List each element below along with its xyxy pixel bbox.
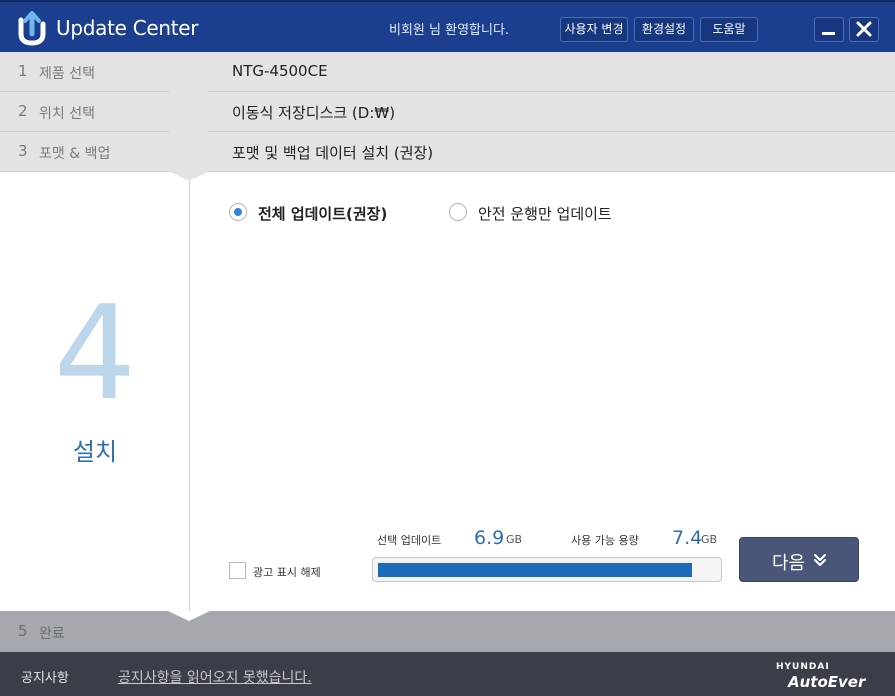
next-button[interactable]: 다음 <box>739 537 859 582</box>
step-name: 위치 선택 <box>39 106 95 122</box>
step-complete[interactable]: 5 완료 <box>0 611 895 652</box>
footer: 공지사항 공지사항을 읽어오지 못했습니다. <box>0 652 895 696</box>
title-bar: Update Center 비회원 님 환영합니다. 사용자 변경 환경설정 도… <box>0 0 895 52</box>
progress-fill <box>378 563 692 577</box>
notice-link[interactable]: 공지사항을 읽어오지 못했습니다. <box>118 667 312 687</box>
step-number: 1 <box>18 62 28 80</box>
radio-circle <box>449 203 467 221</box>
step-number: 5 <box>18 622 28 640</box>
welcome-text: 비회원 님 환영합니다. <box>389 23 510 38</box>
current-step-name: 설치 <box>72 438 118 466</box>
step-product[interactable]: 1 제품 선택 NTG-4500CE <box>0 52 895 101</box>
selected-update-value: 6.9 <box>474 527 505 549</box>
current-step-panel: 4 설치 <box>0 172 190 612</box>
step-location[interactable]: 2 위치 선택 이동식 저장디스크 (D:₩) <box>0 92 895 141</box>
step-value: 이동식 저장디스크 (D:₩) <box>232 104 396 122</box>
close-icon <box>856 21 872 37</box>
update-logo-icon <box>18 11 46 46</box>
step-value: NTG-4500CE <box>232 62 328 80</box>
change-user-button[interactable]: 사용자 변경 <box>560 17 628 42</box>
full-update-label: 전체 업데이트(권장) <box>258 205 388 223</box>
step-notch <box>168 131 210 141</box>
capacity-progress-bar <box>372 557 722 582</box>
step-notch <box>168 91 210 101</box>
minimize-button[interactable] <box>814 17 844 42</box>
ad-disable-label: 광고 표시 해제 <box>253 566 321 579</box>
step-number: 3 <box>18 142 28 160</box>
available-space-label: 사용 가능 용량 <box>571 534 639 547</box>
step-name: 제품 선택 <box>39 66 95 82</box>
available-space-value: 7.4 <box>672 527 703 549</box>
full-update-radio[interactable]: 전체 업데이트(권장) <box>229 202 409 223</box>
double-chevron-down-icon <box>814 554 826 566</box>
step-name: 포맷 & 백업 <box>39 146 111 162</box>
available-space-unit: GB <box>701 533 718 546</box>
brand-logo-top: HYUNDAI <box>776 662 830 672</box>
ad-disable-checkbox[interactable] <box>229 562 246 579</box>
step-name: 완료 <box>39 626 65 642</box>
current-step-number: 4 <box>53 277 137 429</box>
settings-button[interactable]: 환경설정 <box>634 17 694 42</box>
minimize-icon <box>822 32 835 35</box>
close-button[interactable] <box>849 17 879 42</box>
step-format-backup[interactable]: 3 포맷 & 백업 포맷 및 백업 데이터 설치 (권장) <box>0 132 895 181</box>
next-button-label: 다음 <box>772 553 806 574</box>
radio-dot <box>234 208 242 216</box>
step-notch <box>168 171 210 181</box>
safe-only-label: 안전 운행만 업데이트 <box>478 205 612 223</box>
notice-label: 공지사항 <box>21 671 69 686</box>
selected-update-unit: GB <box>506 533 523 546</box>
app-title: Update Center <box>56 16 199 40</box>
radio-circle <box>229 203 247 221</box>
step-number: 2 <box>18 102 28 120</box>
step-value: 포맷 및 백업 데이터 설치 (권장) <box>232 144 434 162</box>
help-button[interactable]: 도움말 <box>700 17 758 42</box>
step-notch <box>168 611 210 621</box>
brand-logo-bottom: AutoEver <box>788 673 866 691</box>
safe-only-radio[interactable]: 안전 운행만 업데이트 <box>449 202 639 223</box>
selected-update-label: 선택 업데이트 <box>377 534 442 547</box>
